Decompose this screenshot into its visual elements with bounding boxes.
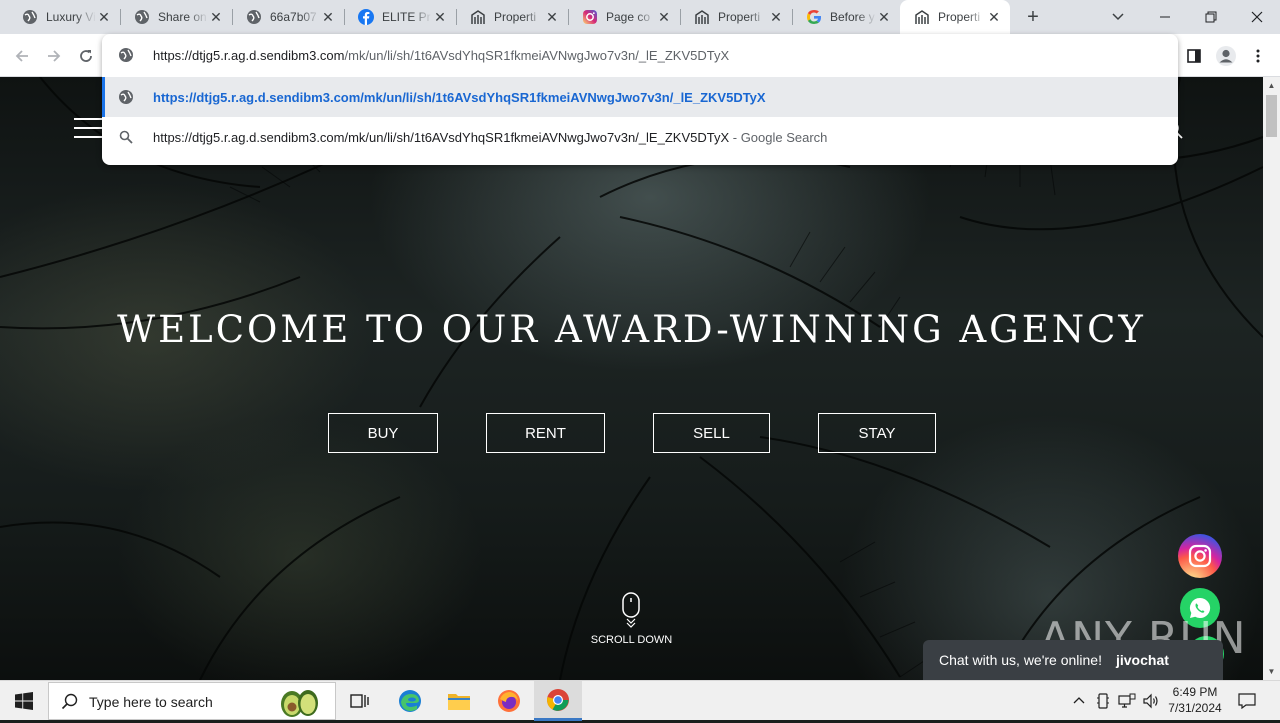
close-icon[interactable]: ✕ [656,9,672,25]
globe-icon [118,89,134,105]
tab-title: 66a7b07 [270,10,317,24]
google-icon [806,9,822,25]
address-input[interactable]: https://dtjg5.r.ag.d.sendibm3.com/mk/un/… [153,48,729,63]
stay-button[interactable]: STAY [818,413,936,453]
globe-icon [118,47,134,63]
reload-button[interactable] [72,42,100,70]
jivochat-widget[interactable]: Chat with us, we're online! jivochat [923,640,1223,680]
building-icon [694,9,710,25]
notification-icon[interactable] [1236,681,1258,721]
scroll-thumb[interactable] [1266,95,1277,137]
windows-start-icon[interactable] [0,681,48,721]
task-view-icon[interactable] [336,681,384,721]
close-icon[interactable]: ✕ [96,9,112,25]
tab-title: Properti [938,10,981,24]
network-icon[interactable] [1117,681,1137,721]
rent-button[interactable]: RENT [486,413,605,453]
tab-8-active[interactable]: Properti ✕ [900,0,1010,34]
tab-title: ELITE Pr [382,10,431,24]
omnibox-dropdown: https://dtjg5.r.ag.d.sendibm3.com/mk/un/… [102,34,1178,165]
suggestion-url[interactable]: https://dtjg5.r.ag.d.sendibm3.com/mk/un/… [102,77,1178,117]
search-icon [118,129,134,145]
suggestion-search-suffix: - Google Search [729,129,828,145]
scroll-up-arrow[interactable]: ▲ [1263,77,1280,94]
windows-taskbar: Type here to search 6:49 PM 7/31/2024 [0,680,1280,721]
page-scrollbar[interactable]: ▲ ▼ [1263,77,1280,680]
tab-1[interactable]: Share on ✕ [120,0,232,34]
taskbar-clock[interactable]: 6:49 PM 7/31/2024 [1158,684,1232,716]
file-explorer-icon[interactable] [435,681,483,721]
back-button[interactable] [8,42,36,70]
close-icon[interactable]: ✕ [544,9,560,25]
globe-icon [134,9,150,25]
close-icon[interactable]: ✕ [432,9,448,25]
tab-3[interactable]: ELITE Pr ✕ [344,0,456,34]
tab-0[interactable]: Luxury Villas ✕ [8,0,120,34]
globe-icon [246,9,262,25]
tab-title: Before y [830,10,875,24]
tab-title: Properti [494,10,537,24]
forward-button[interactable] [40,42,68,70]
building-icon [914,9,930,25]
profile-avatar[interactable] [1212,42,1240,70]
tab-title: Share on [158,10,207,24]
palm-background [0,77,1263,680]
menu-dots-icon[interactable] [1244,42,1272,70]
tab-strip: Luxury Villas ✕ Share on ✕ 66a7b07 ✕ ELI… [0,0,1280,34]
tray-device-icon[interactable] [1094,681,1112,721]
edge-icon[interactable] [386,681,434,721]
tab-7[interactable]: Before y ✕ [792,0,900,34]
close-icon[interactable]: ✕ [876,9,892,25]
chat-text: Chat with us, we're online! [939,652,1102,668]
website-hero: WELCOME TO OUR AWARD-WINNING AGENCY BUY … [0,77,1263,680]
tab-2[interactable]: 66a7b07 ✕ [232,0,344,34]
taskbar-search-box[interactable]: Type here to search [48,682,336,720]
search-icon [61,693,79,711]
instagram-icon [582,9,598,25]
scroll-down-arrow[interactable]: ▼ [1263,663,1280,680]
minimize-button[interactable] [1142,0,1188,34]
chrome-icon[interactable] [534,681,582,721]
avocado-icon [277,686,321,718]
tab-5[interactable]: Page co ✕ [568,0,680,34]
chat-brand: jivochat [1115,652,1169,668]
url-path: /mk/un/li/sh/1t6AVsdYhqSR1fkmeiAVNwgJwo7… [344,47,730,63]
clock-date: 7/31/2024 [1168,701,1222,715]
hamburger-menu-icon[interactable] [74,118,102,142]
hero-title: WELCOME TO OUR AWARD-WINNING AGENCY [117,308,1146,351]
building-icon [470,9,486,25]
close-icon[interactable]: ✕ [986,9,1002,25]
facebook-icon [358,9,374,25]
tab-title: Page co [606,10,651,24]
taskbar-search-placeholder: Type here to search [89,694,213,710]
buy-button[interactable]: BUY [328,413,438,453]
instagram-icon[interactable] [1178,534,1222,578]
tab-title: Luxury Villas [46,10,96,24]
side-panel-icon[interactable] [1180,42,1208,70]
close-icon[interactable]: ✕ [320,9,336,25]
globe-icon [22,9,38,25]
address-bar[interactable]: https://dtjg5.r.ag.d.sendibm3.com/mk/un/… [102,35,1178,75]
suggestion-search-query: https://dtjg5.r.ag.d.sendibm3.com/mk/un/… [153,129,730,145]
tab-6[interactable]: Properti ✕ [680,0,792,34]
tab-title: Properti [718,10,761,24]
sell-button[interactable]: SELL [653,413,770,453]
restore-button[interactable] [1188,0,1234,34]
clock-time: 6:49 PM [1172,685,1218,699]
url-host: https://dtjg5.r.ag.d.sendibm3.com [153,47,345,63]
suggestion-url-text: https://dtjg5.r.ag.d.sendibm3.com/mk/un/… [153,89,766,105]
suggestion-search[interactable]: https://dtjg5.r.ag.d.sendibm3.com/mk/un/… [102,117,1178,157]
chevron-down-icon[interactable] [1108,8,1128,26]
tray-chevron-up-icon[interactable] [1070,681,1088,721]
new-tab-button[interactable]: + [1022,6,1044,28]
mouse-scroll-icon[interactable] [621,592,641,628]
firefox-icon[interactable] [485,681,533,721]
close-icon[interactable]: ✕ [208,9,224,25]
close-icon[interactable]: ✕ [768,9,784,25]
close-window-button[interactable] [1234,0,1280,34]
tab-4[interactable]: Properti ✕ [456,0,568,34]
